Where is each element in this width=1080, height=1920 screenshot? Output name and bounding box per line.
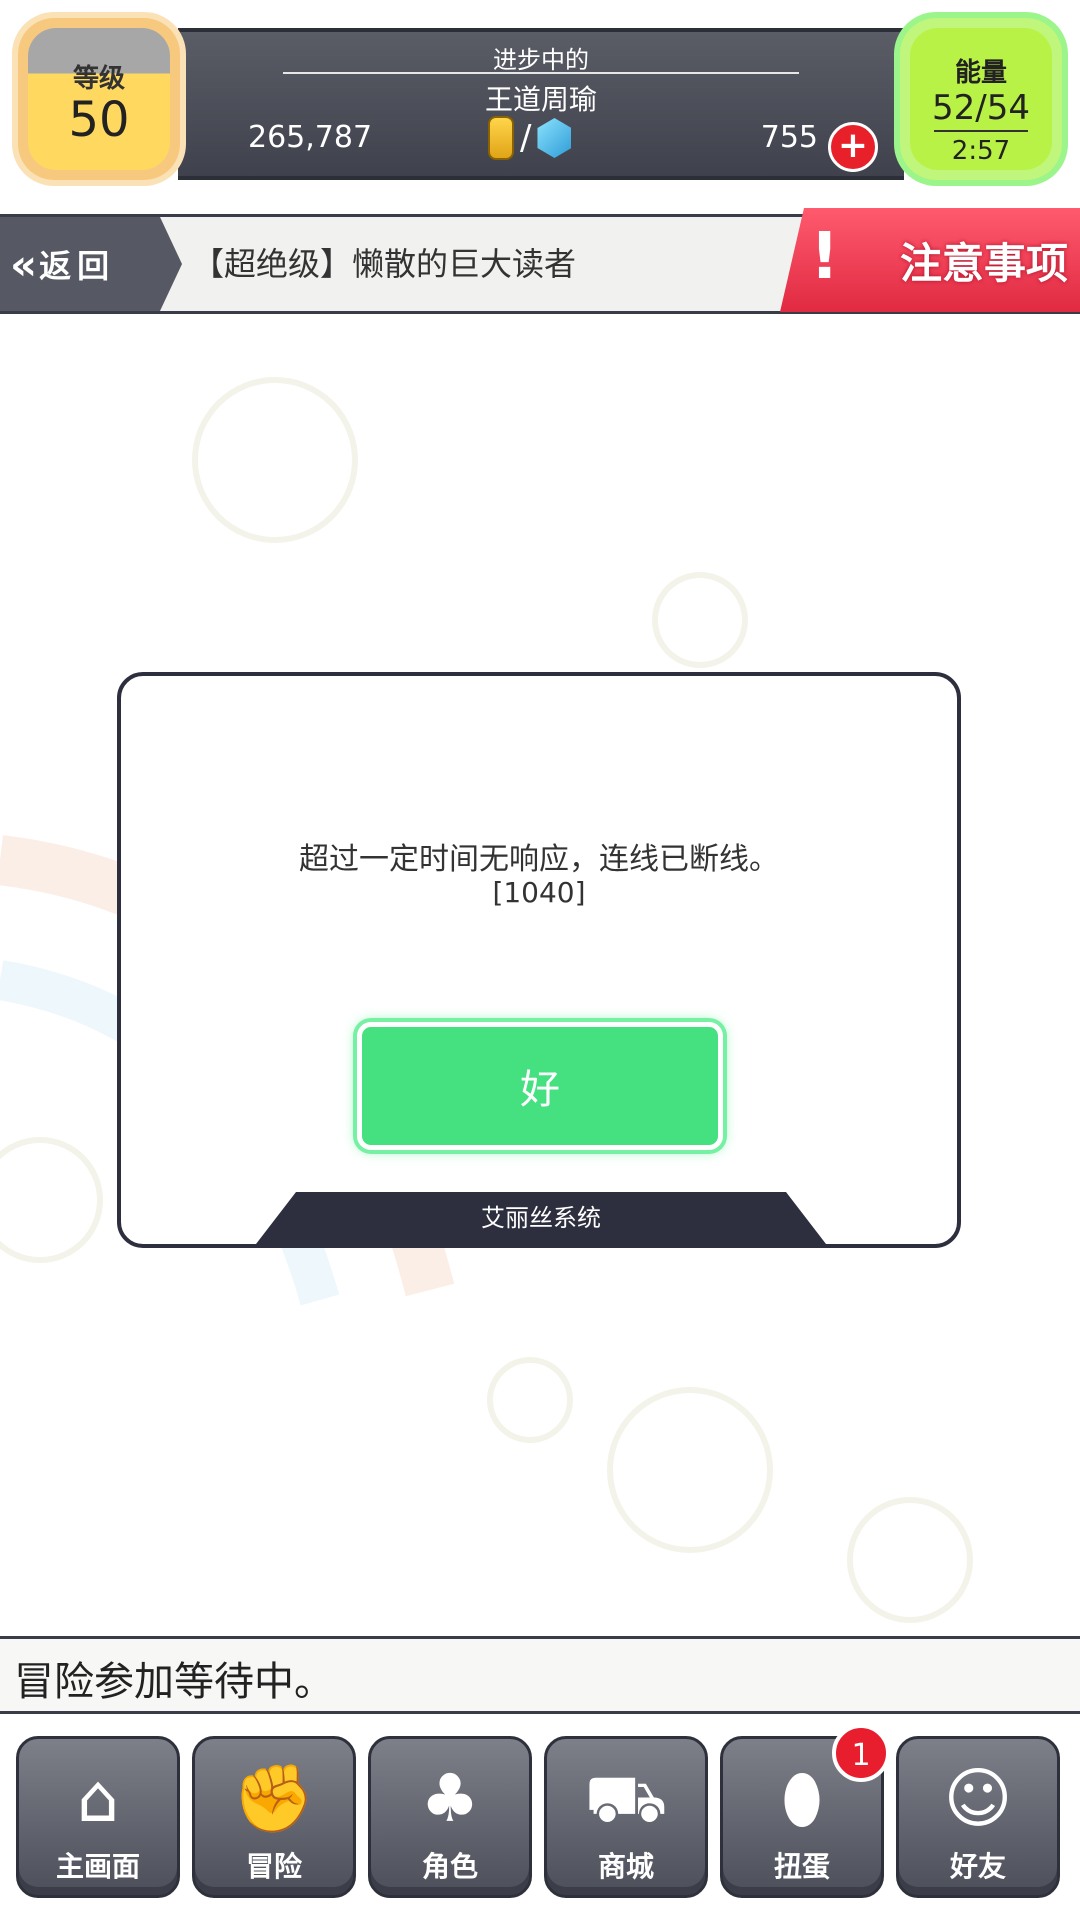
- gold-amount: 265,787: [248, 120, 373, 155]
- energy-divider: [934, 130, 1028, 132]
- disconnect-dialog: 超过一定时间无响应，连线已断线。 [1040] 好 艾丽丝系统: [117, 672, 961, 1248]
- level-badge[interactable]: 等级 50: [18, 18, 180, 180]
- status-message: 冒险参加等待中。: [14, 1659, 334, 1705]
- quest-title: 【超绝级】懒散的巨大读者: [192, 245, 577, 283]
- back-label: 返回: [39, 247, 116, 285]
- nav-shop-button[interactable]: ⛟ 商城: [544, 1736, 708, 1898]
- nav-friends-button[interactable]: ☺ 好友: [896, 1736, 1060, 1898]
- player-status-text: 进步中的: [493, 46, 589, 74]
- nav-adventure-button[interactable]: ✊ 冒险: [192, 1736, 356, 1898]
- nav-home-button[interactable]: ⌂ 主画面: [16, 1736, 180, 1898]
- gacha-notification-badge: 1: [832, 1724, 890, 1782]
- error-code: [1040]: [492, 876, 586, 909]
- player-name: 王道周瑜: [484, 83, 597, 116]
- dialog-message: 超过一定时间无响应，连线已断线。: [299, 842, 779, 877]
- exclamation-rabbit-icon: !: [810, 220, 840, 294]
- energy-value: 52/54: [932, 88, 1030, 128]
- nav-label: 商城: [597, 1850, 654, 1883]
- notice-button[interactable]: ! 注意事项: [780, 208, 1080, 312]
- divider: [283, 72, 799, 74]
- ok-button[interactable]: 好: [357, 1022, 723, 1150]
- status-strip: 冒险参加等待中。: [0, 1636, 1080, 1714]
- slash-separator: /: [520, 118, 532, 158]
- gem-amount: 755: [760, 120, 818, 155]
- energy-label: 能量: [954, 58, 1007, 88]
- energy-timer: 2:57: [951, 136, 1011, 166]
- nav-character-button[interactable]: ♣ 角色: [368, 1736, 532, 1898]
- level-label: 等级: [72, 64, 125, 94]
- handshake-icon: ✊: [232, 1760, 316, 1837]
- home-icon: ⌂: [77, 1760, 119, 1837]
- cart-icon: ⛟: [584, 1760, 668, 1837]
- energy-badge[interactable]: 能量 52/54 2:57: [900, 18, 1062, 180]
- nav-label: 冒险: [245, 1850, 302, 1883]
- add-currency-button[interactable]: +: [828, 122, 878, 172]
- double-chevron-left-icon: «: [10, 239, 37, 289]
- gem-icon: [537, 118, 572, 158]
- top-status-bar: 进步中的 王道周瑜 265,787 / 755 +: [178, 28, 904, 180]
- notice-label: 注意事项: [899, 238, 1068, 288]
- level-value: 50: [68, 92, 130, 148]
- bottom-navigation: ⌂ 主画面 ✊ 冒险 ♣ 角色 ⛟ 商城 ⬮ 扭蛋 ☺ 好友: [0, 1714, 1080, 1920]
- currency-icons: /: [488, 116, 572, 160]
- friends-icon: ☺: [943, 1760, 1013, 1837]
- gold-coin-icon: [488, 116, 514, 160]
- nav-label: 好友: [949, 1850, 1006, 1883]
- nav-label: 角色: [421, 1850, 478, 1883]
- rabbit-icon: ♣: [420, 1760, 480, 1837]
- back-button[interactable]: « 返回: [0, 217, 182, 311]
- nav-label: 主画面: [55, 1850, 140, 1883]
- nav-label: 扭蛋: [773, 1850, 830, 1883]
- dialog-footer: 艾丽丝系统: [256, 1192, 826, 1244]
